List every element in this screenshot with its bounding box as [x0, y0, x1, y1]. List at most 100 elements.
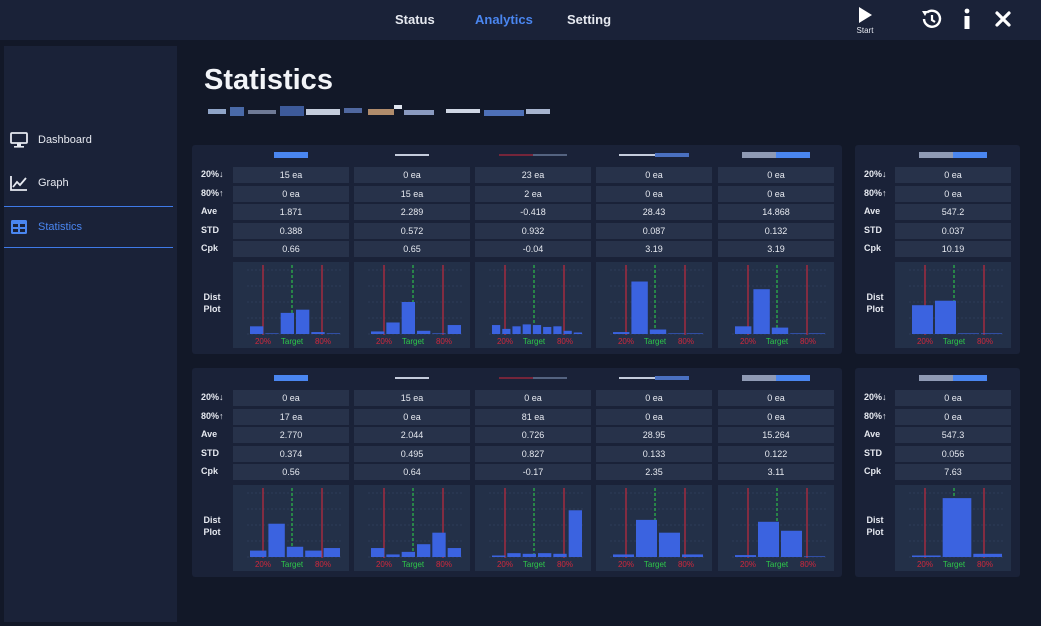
- histogram-bar: [401, 302, 415, 334]
- histogram-bar: [512, 326, 521, 334]
- row-label: 80%↑: [864, 411, 887, 421]
- sidebar-item-label: Dashboard: [38, 134, 92, 146]
- redacted-block: [533, 154, 567, 156]
- histogram-bar: [250, 550, 267, 557]
- row-label: Cpk: [864, 243, 882, 253]
- redacted-block: [655, 153, 689, 157]
- stat-cell: 0 ea: [895, 186, 1011, 202]
- histogram-bar: [668, 333, 685, 334]
- redacted-block: [395, 154, 429, 156]
- dist-plot-svg: 20% Target 80%: [610, 488, 706, 569]
- dist-plot-svg: 20% Target 80%: [732, 488, 828, 569]
- histogram-bar: [417, 544, 431, 557]
- histogram-bar: [532, 325, 542, 334]
- stat-cell: 0 ea: [596, 409, 712, 425]
- close-button[interactable]: [990, 6, 1020, 38]
- redacted-block: [953, 152, 987, 158]
- stat-cell: 0.037: [895, 223, 1011, 239]
- dist-plot: 20% Target 80%: [233, 262, 349, 348]
- axis-label-20: 20%: [497, 560, 513, 569]
- info-button[interactable]: [954, 6, 984, 38]
- dist-plot-label-line: Plot: [203, 304, 221, 314]
- histogram-bar: [981, 333, 1002, 334]
- axis-label-20: 20%: [618, 560, 634, 569]
- histogram-bar: [553, 553, 567, 557]
- histogram-bar: [371, 548, 385, 557]
- axis-label-20: 20%: [255, 337, 271, 346]
- axis-label-target: Target: [402, 337, 425, 346]
- histogram-bar: [613, 332, 630, 334]
- redacted-column-header: [274, 375, 308, 381]
- dist-plot-label-line: Plot: [203, 527, 221, 537]
- histogram-bar: [492, 555, 506, 557]
- stat-cell: 547.2: [895, 204, 1011, 220]
- sidebar-item-graph[interactable]: Graph: [4, 163, 173, 205]
- histogram-bar: [250, 326, 264, 334]
- histogram-bar: [268, 523, 285, 557]
- dist-plot: 20% Target 80%: [354, 262, 470, 348]
- dist-plot-svg: 20% Target 80%: [368, 265, 464, 346]
- histogram-bar: [311, 332, 325, 334]
- stat-cell: 0 ea: [718, 186, 834, 202]
- axis-label-80: 80%: [977, 560, 993, 569]
- histogram-bar: [401, 551, 415, 557]
- page-title: Statistics: [204, 64, 333, 96]
- dist-plot-svg: 20% Target 80%: [489, 265, 585, 346]
- stat-cell: 0.132: [718, 223, 834, 239]
- stat-cell: 0.087: [596, 223, 712, 239]
- histogram-bar: [323, 548, 340, 557]
- history-button[interactable]: [918, 6, 948, 38]
- dist-plot-label-line: Plot: [866, 304, 884, 314]
- axis-label-target: Target: [943, 560, 966, 569]
- dist-plot: 20% Target 80%: [475, 485, 591, 571]
- stat-cell: 0.827: [475, 446, 591, 462]
- row-label: Cpk: [864, 466, 882, 476]
- stat-cell: 0.66: [233, 241, 349, 257]
- stat-cell: 0 ea: [233, 390, 349, 406]
- close-icon: [995, 11, 1011, 27]
- stat-cell: 2.35: [596, 464, 712, 480]
- histogram-bar: [280, 312, 294, 334]
- history-icon: [922, 9, 942, 28]
- start-button[interactable]: Start: [850, 4, 880, 36]
- axis-label-80: 80%: [557, 560, 573, 569]
- sidebar-item-dashboard[interactable]: Dashboard: [4, 120, 173, 162]
- line-chart-icon: [10, 176, 27, 191]
- redacted-block: [619, 377, 655, 379]
- stat-cell: 0 ea: [596, 390, 712, 406]
- histogram-bar: [631, 281, 648, 334]
- histogram-bar: [371, 331, 385, 334]
- tab-analytics[interactable]: Analytics: [475, 12, 533, 27]
- axis-label-20: 20%: [917, 337, 933, 346]
- row-label: STD: [864, 225, 882, 235]
- stat-cell: 2.044: [354, 427, 470, 443]
- stat-cell: 3.11: [718, 464, 834, 480]
- row-label: Ave: [201, 206, 218, 216]
- histogram-bar: [935, 300, 956, 334]
- axis-label-80: 80%: [436, 337, 452, 346]
- redacted-column-header: [619, 153, 689, 157]
- sidebar-item-statistics[interactable]: Statistics: [4, 206, 173, 248]
- redacted-block: [919, 152, 953, 158]
- redacted-column-header: [619, 376, 689, 380]
- tab-status[interactable]: Status: [395, 12, 435, 27]
- stat-cell: 0 ea: [596, 167, 712, 183]
- top-bar: Status Analytics Setting Start: [0, 0, 1041, 40]
- axis-label-target: Target: [766, 560, 789, 569]
- histogram-bar: [912, 555, 941, 557]
- redacted-block: [742, 375, 776, 381]
- stat-cell: 0 ea: [596, 186, 712, 202]
- histogram-bar: [636, 519, 657, 557]
- dist-plot-label: Dist Plot: [197, 291, 227, 315]
- histogram-bar: [447, 325, 461, 334]
- redacted-block: [742, 152, 776, 158]
- histogram-bar: [522, 324, 531, 334]
- stat-cell: 0.65: [354, 241, 470, 257]
- axis-label-80: 80%: [315, 337, 331, 346]
- tab-setting[interactable]: Setting: [567, 12, 611, 27]
- dist-plot: 20% Target 80%: [895, 485, 1011, 571]
- redacted-column-header: [742, 375, 810, 381]
- dist-plot-label-line: Dist: [866, 515, 884, 525]
- stat-cell: 0 ea: [718, 390, 834, 406]
- histogram-bar: [563, 330, 572, 334]
